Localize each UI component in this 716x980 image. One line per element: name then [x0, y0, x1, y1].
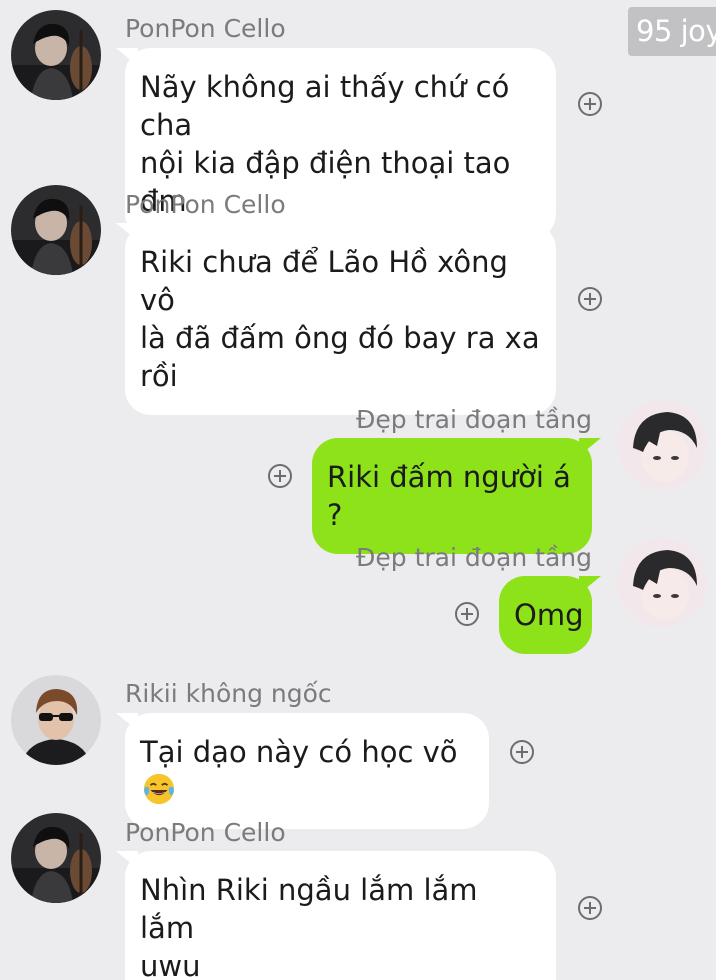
- avatar-ponpon-cello[interactable]: [11, 813, 101, 903]
- message-line: Nãy không ai thấy chứ có cha: [140, 70, 510, 142]
- sunglasses-boy-avatar-image: [11, 675, 101, 765]
- tears-of-joy-emoji: [143, 773, 175, 805]
- avatar-dep-trai-doan-tang[interactable]: [617, 538, 707, 628]
- add-reaction-icon[interactable]: [578, 896, 602, 920]
- sender-name: Rikii không ngốc: [125, 679, 332, 708]
- sender-name: Đẹp trai đoạn tầng: [356, 543, 592, 572]
- watermark: 95 joy: [628, 7, 716, 56]
- message-bubble[interactable]: Tại dạo này có học võ: [116, 713, 489, 829]
- message-bubble[interactable]: Riki chưa để Lão Hồ xông vô là đã đấm ôn…: [116, 223, 556, 415]
- pale-boy-avatar-image: [617, 400, 707, 490]
- chat-screen: 95 joy PonPon Cello Nãy không ai thấy ch…: [0, 0, 716, 980]
- sender-name: PonPon Cello: [125, 818, 286, 847]
- message-line: Riki đấm người á ?: [327, 460, 571, 532]
- message-line: Omg: [514, 598, 584, 632]
- message-bubble[interactable]: Omg: [499, 576, 601, 654]
- sender-name: PonPon Cello: [125, 190, 286, 219]
- message-line: Riki chưa để Lão Hồ xông vô: [140, 245, 508, 317]
- cello-player-avatar-image: [11, 10, 101, 100]
- sender-name: PonPon Cello: [125, 14, 286, 43]
- message-line: Nhìn Riki ngầu lắm lắm lắm: [140, 873, 478, 945]
- add-reaction-icon[interactable]: [578, 287, 602, 311]
- message-line: uwu: [140, 949, 201, 980]
- message-bubble[interactable]: Riki đấm người á ?: [312, 438, 601, 554]
- message-line: rồi: [140, 359, 178, 393]
- sender-name: Đẹp trai đoạn tầng: [356, 405, 592, 434]
- add-reaction-icon[interactable]: [268, 464, 292, 488]
- add-reaction-icon[interactable]: [455, 602, 479, 626]
- message-line: là đã đấm ông đó bay ra xa: [140, 321, 540, 355]
- pale-boy-avatar-image: [617, 538, 707, 628]
- cello-player-avatar-image: [11, 813, 101, 903]
- avatar-ponpon-cello[interactable]: [11, 10, 101, 100]
- avatar-rikii-khong-ngoc[interactable]: [11, 675, 101, 765]
- message-bubble[interactable]: Nhìn Riki ngầu lắm lắm lắm uwu: [116, 851, 556, 980]
- avatar-dep-trai-doan-tang[interactable]: [617, 400, 707, 490]
- add-reaction-icon[interactable]: [510, 740, 534, 764]
- message-line: Tại dạo này có học võ: [140, 733, 473, 809]
- add-reaction-icon[interactable]: [578, 92, 602, 116]
- cello-player-avatar-image: [11, 185, 101, 275]
- avatar-ponpon-cello[interactable]: [11, 185, 101, 275]
